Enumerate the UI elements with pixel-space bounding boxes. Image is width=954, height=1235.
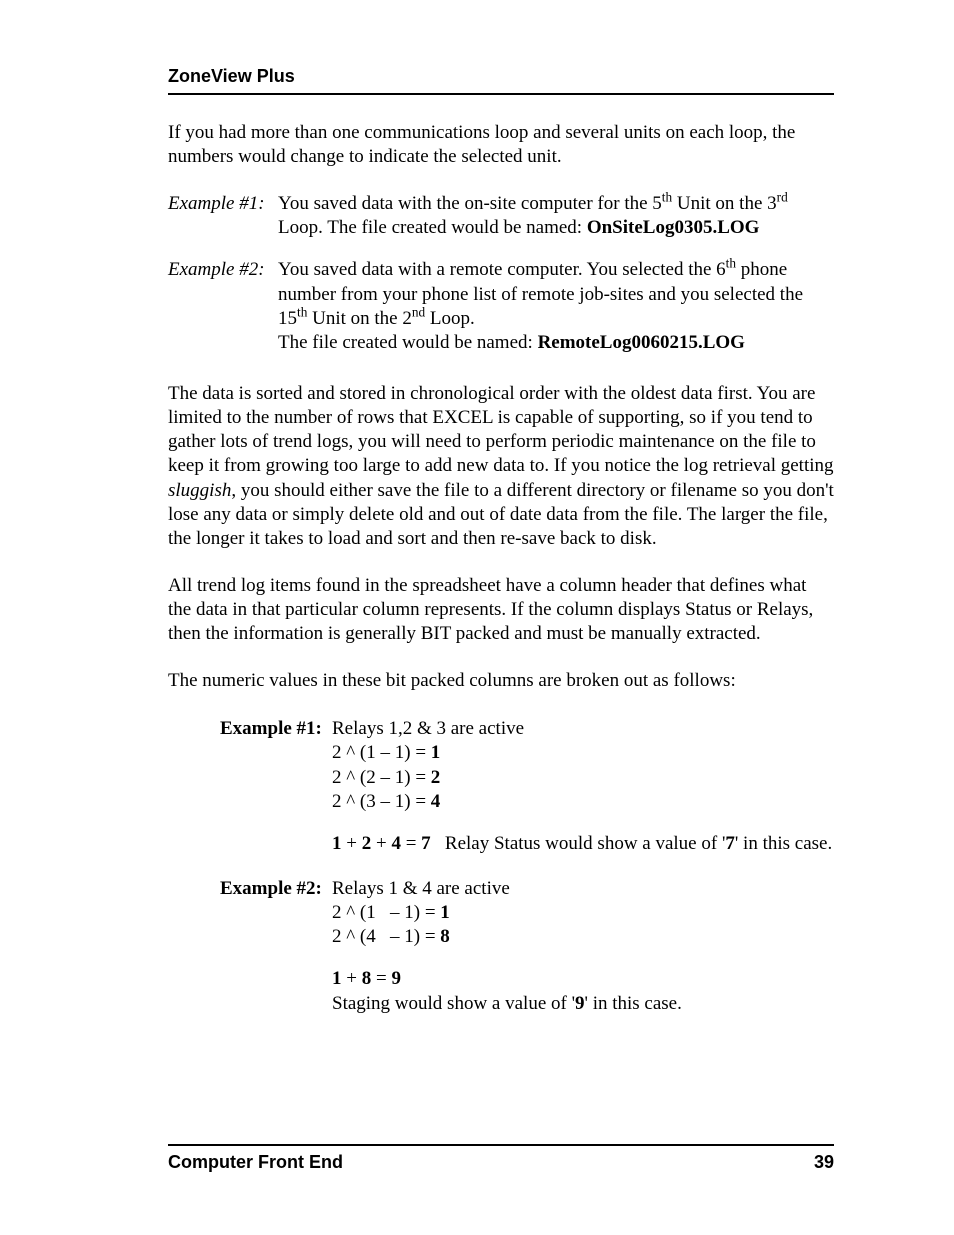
calc-line: 2 ^ (2 – 1) = 2 <box>332 766 834 790</box>
sum-op: + <box>342 968 362 989</box>
text: , you should either save the file to a d… <box>168 480 834 550</box>
italic-text: sluggish <box>168 480 231 501</box>
superscript: nd <box>412 305 425 320</box>
sum-v: 7 <box>421 833 431 854</box>
sum-v: 1 <box>332 968 342 989</box>
calc-pre: 2 ^ (1 – 1) = <box>332 742 431 763</box>
calc-result: 2 <box>431 767 441 788</box>
result-post: ' in this case. <box>585 993 682 1014</box>
bit-example-label: Example #2: <box>220 877 332 1017</box>
calc-line: 2 ^ (1 – 1) = 1 <box>332 741 834 765</box>
sum-v: 2 <box>362 833 372 854</box>
sum-suffix: ' in this case. <box>735 833 832 854</box>
result-line: Staging would show a value of '9' in thi… <box>332 992 834 1016</box>
page-footer: Computer Front End 39 <box>168 1144 834 1173</box>
text: You saved data with a remote computer. Y… <box>278 259 726 280</box>
calc-pre: 2 ^ (4 – 1) = <box>332 926 440 947</box>
result-value: 9 <box>575 993 585 1014</box>
header-title: ZoneView Plus <box>168 66 295 86</box>
sum-op: + <box>342 833 362 854</box>
calc-result: 1 <box>440 902 450 923</box>
file-example-2: Example #2: You saved data with a remote… <box>168 258 834 355</box>
example-title: Relays 1 & 4 are active <box>332 877 834 901</box>
numeric-paragraph: The numeric values in these bit packed c… <box>168 669 834 693</box>
calc-line: 2 ^ (1 – 1) = 1 <box>332 901 834 925</box>
sum-v: 9 <box>391 968 401 989</box>
calc-line: 2 ^ (3 – 1) = 4 <box>332 790 834 814</box>
calc-pre: 2 ^ (1 – 1) = <box>332 902 440 923</box>
file-example-1: Example #1: You saved data with the on-s… <box>168 192 834 241</box>
sorted-paragraph: The data is sorted and stored in chronol… <box>168 382 834 552</box>
footer-left: Computer Front End <box>168 1152 343 1173</box>
calc-result: 4 <box>431 791 441 812</box>
intro-paragraph: If you had more than one communications … <box>168 121 834 170</box>
superscript: rd <box>777 189 788 204</box>
text: Loop. The file created would be named: <box>278 217 587 238</box>
text: The file created would be named: <box>278 332 538 353</box>
bit-example-body: Relays 1 & 4 are active 2 ^ (1 – 1) = 1 … <box>332 877 834 1017</box>
bit-example-1: Example #1: Relays 1,2 & 3 are active 2 … <box>220 717 834 857</box>
sum-line: 1 + 8 = 9 <box>332 967 834 991</box>
text: Loop. <box>425 308 475 329</box>
bit-example-2: Example #2: Relays 1 & 4 are active 2 ^ … <box>220 877 834 1017</box>
superscript: th <box>297 305 307 320</box>
filename: OnSiteLog0305.LOG <box>587 217 760 238</box>
footer-page-number: 39 <box>814 1152 834 1173</box>
example-body: You saved data with a remote computer. Y… <box>278 258 834 355</box>
calc-pre: 2 ^ (2 – 1) = <box>332 767 431 788</box>
example-label: Example #1: <box>168 192 278 241</box>
sum-v: 1 <box>332 833 342 854</box>
result-pre: Staging would show a value of ' <box>332 993 575 1014</box>
filename: RemoteLog0060215.LOG <box>538 332 745 353</box>
text: The data is sorted and stored in chronol… <box>168 383 834 477</box>
sum-value: 7 <box>725 833 735 854</box>
sum-line: 1 + 2 + 4 = 7 Relay Status would show a … <box>332 832 834 856</box>
calc-result: 8 <box>440 926 450 947</box>
sum-v: 4 <box>391 833 401 854</box>
sum-op: = <box>401 833 421 854</box>
sum-op: + <box>371 833 391 854</box>
superscript: th <box>662 189 672 204</box>
sum-v: 8 <box>362 968 372 989</box>
sum-suffix: Relay Status would show a value of ' <box>431 833 726 854</box>
bit-example-body: Relays 1,2 & 3 are active 2 ^ (1 – 1) = … <box>332 717 834 857</box>
calc-pre: 2 ^ (3 – 1) = <box>332 791 431 812</box>
text: You saved data with the on-site computer… <box>278 193 662 214</box>
sum-op: = <box>371 968 391 989</box>
example-title: Relays 1,2 & 3 are active <box>332 717 834 741</box>
calc-line: 2 ^ (4 – 1) = 8 <box>332 925 834 949</box>
superscript: th <box>726 256 736 271</box>
text: Unit on the 3 <box>672 193 777 214</box>
columns-paragraph: All trend log items found in the spreads… <box>168 574 834 647</box>
example-label: Example #2: <box>168 258 278 355</box>
example-body: You saved data with the on-site computer… <box>278 192 834 241</box>
text: Unit on the 2 <box>307 308 412 329</box>
calc-result: 1 <box>431 742 441 763</box>
page-header: ZoneView Plus <box>168 66 834 95</box>
bit-example-label: Example #1: <box>220 717 332 857</box>
